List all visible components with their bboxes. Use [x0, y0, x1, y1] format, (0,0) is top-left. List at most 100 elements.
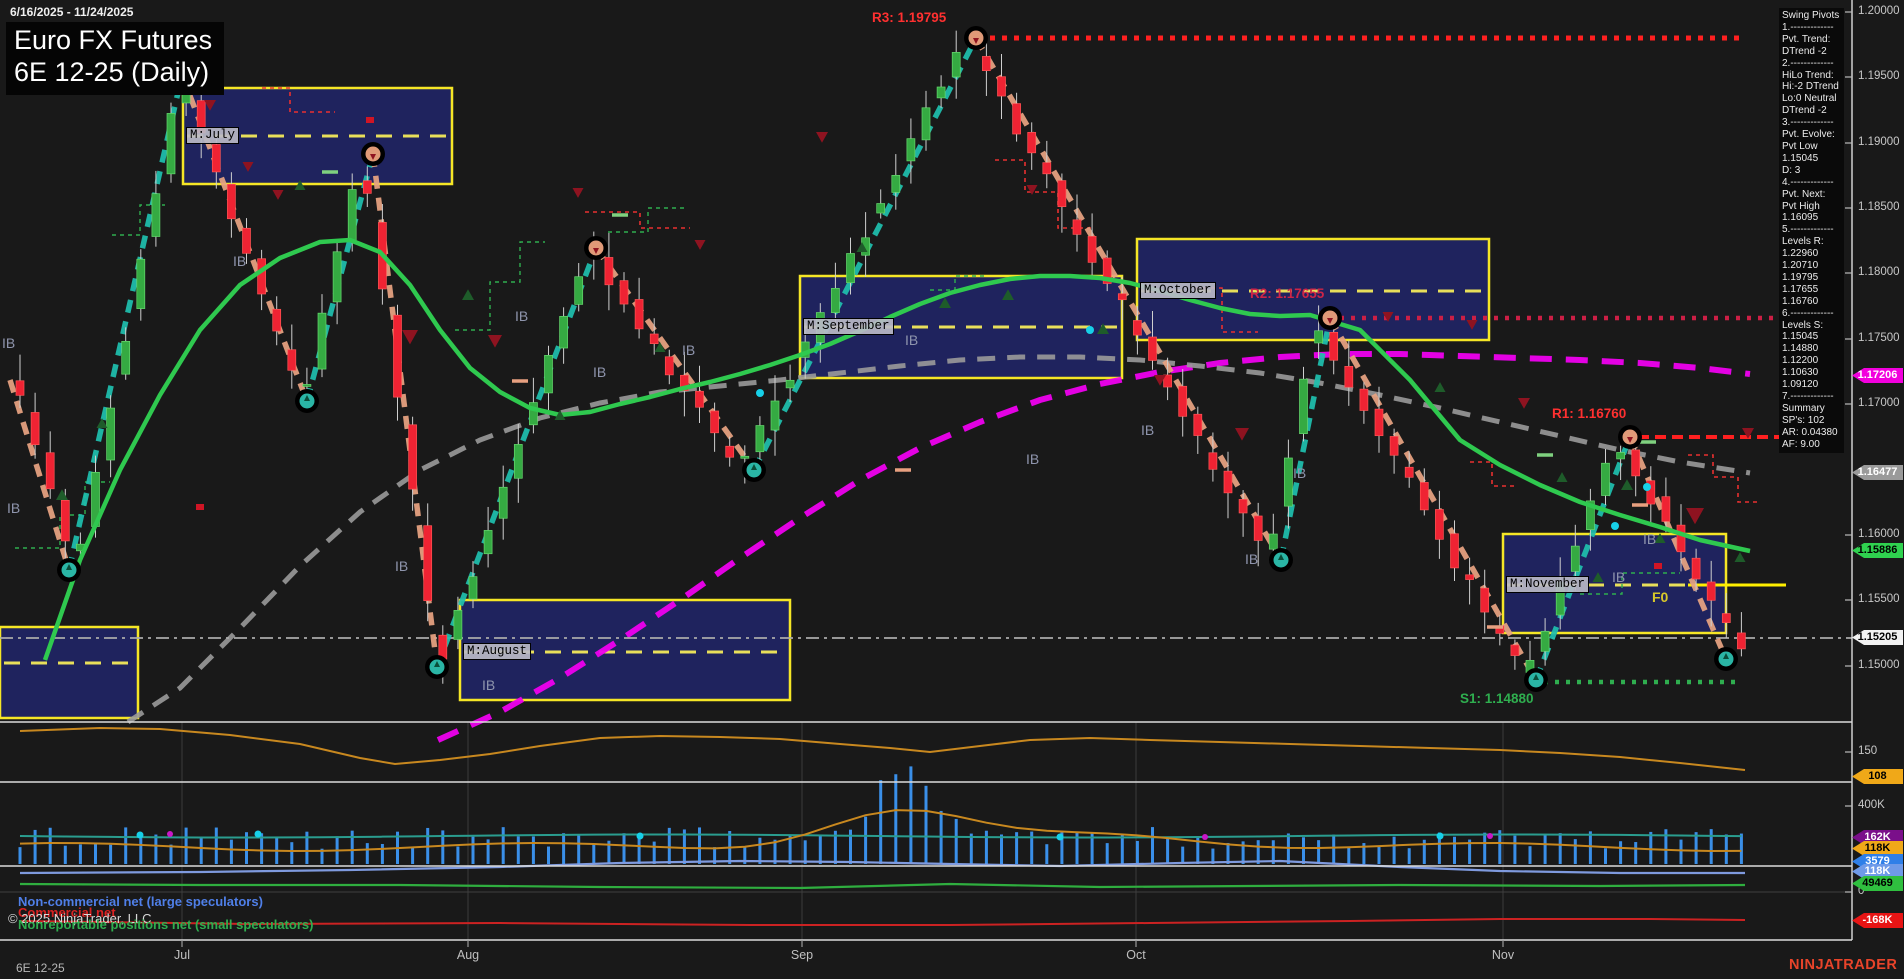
- candle-body: [649, 333, 659, 345]
- candle-body: [619, 280, 629, 305]
- candle-body: [1389, 436, 1399, 456]
- volume-bar: [622, 833, 626, 864]
- candle-body: [1570, 545, 1580, 572]
- candle-body: [725, 445, 735, 458]
- red-square-marker: [1654, 563, 1662, 569]
- candle-body: [1510, 644, 1520, 656]
- volume-bar: [562, 833, 566, 864]
- volume-bar: [803, 840, 807, 864]
- monthly-zone: [0, 625, 140, 720]
- volume-bar: [365, 843, 369, 864]
- candle-body: [393, 314, 402, 398]
- candle-body: [121, 340, 131, 375]
- candle-body: [785, 379, 795, 389]
- volume-bar: [1045, 844, 1049, 864]
- candle-body: [483, 530, 493, 555]
- ninjatrader-chart-window[interactable]: M:July M:August M:September M:October M:Nove…: [0, 0, 1904, 979]
- candle-body: [242, 227, 251, 254]
- volume-bar: [290, 842, 294, 864]
- candle-body: [1042, 162, 1052, 175]
- candle-body: [1208, 452, 1218, 470]
- down-arrow-marker: [572, 188, 584, 198]
- volume-bar: [1166, 838, 1170, 864]
- up-arrow-marker: [1734, 552, 1746, 562]
- candle-body: [1721, 613, 1731, 623]
- candle-body: [1087, 236, 1097, 263]
- candle-body: [1616, 452, 1625, 460]
- candle-body: [211, 144, 221, 173]
- volume-bar: [471, 836, 475, 864]
- instrument-tab[interactable]: 6E 12-25: [16, 961, 65, 975]
- candle-body: [1148, 336, 1157, 361]
- candle-body: [906, 138, 916, 162]
- cyan-dot-marker: [756, 389, 764, 397]
- candle-body: [1374, 408, 1384, 437]
- candle-body: [1238, 499, 1248, 514]
- volume-bar: [214, 827, 218, 864]
- volume-bar: [380, 843, 384, 864]
- volume-bar: [1151, 827, 1154, 864]
- red-square-marker: [196, 504, 204, 510]
- cyan-dot-marker: [1086, 326, 1094, 334]
- up-arrow-marker: [1556, 472, 1568, 482]
- volume-bar: [1709, 829, 1713, 864]
- candle-body: [710, 410, 719, 434]
- magenta-dot-marker: [167, 831, 173, 837]
- candle-body: [1314, 330, 1323, 344]
- swing-line: [66, 74, 185, 571]
- candle-body: [1344, 366, 1354, 388]
- down-arrow-marker: [1686, 508, 1704, 525]
- candle-body: [997, 76, 1006, 97]
- candle-body: [574, 276, 584, 305]
- candle-body: [1465, 574, 1474, 580]
- candle-body: [257, 258, 266, 295]
- volume-bar: [818, 835, 822, 864]
- swing-line: [1327, 316, 1539, 682]
- volume-bar: [909, 766, 913, 864]
- volume-bar: [48, 827, 52, 864]
- candle-body: [1691, 557, 1701, 580]
- candle-body: [362, 180, 372, 194]
- down-arrow-marker: [816, 132, 828, 143]
- volume-bar: [1000, 834, 1003, 864]
- volume-bar: [199, 837, 203, 864]
- candle-body: [1299, 378, 1308, 434]
- up-arrow-marker: [56, 489, 68, 500]
- candle-body: [1480, 587, 1490, 613]
- volume-bar: [531, 836, 535, 864]
- magenta-dot-marker: [1487, 833, 1493, 839]
- candle-body: [498, 486, 508, 519]
- candle-body: [604, 257, 614, 286]
- monthly-zone: [458, 598, 792, 702]
- volume-bar: [1332, 834, 1336, 864]
- volume-bar: [139, 838, 143, 864]
- candle-body: [1631, 449, 1641, 477]
- volume-bar: [1347, 846, 1351, 864]
- volume-bar: [1317, 840, 1321, 864]
- volume-bar: [154, 834, 158, 864]
- volume-bar: [1483, 832, 1487, 864]
- up-arrow-marker: [1621, 479, 1633, 490]
- candle-body: [559, 316, 568, 349]
- candle-body: [196, 100, 206, 134]
- legend-nonreportable: Nonreportable positions net (small specu…: [18, 917, 314, 932]
- volume-bar: [924, 785, 928, 864]
- candle-body: [1404, 466, 1414, 478]
- price-chart-canvas[interactable]: [0, 0, 1904, 979]
- candle-body: [1284, 457, 1293, 507]
- volume-bar: [516, 836, 520, 864]
- volume-bar: [1226, 842, 1230, 864]
- candle-body: [1027, 132, 1037, 154]
- up-arrow-marker: [462, 289, 474, 300]
- candle-body: [1223, 470, 1233, 494]
- candle-body: [921, 107, 931, 141]
- volume-bar: [18, 847, 22, 864]
- cyan-dot-marker: [636, 832, 644, 840]
- volume-bar: [1649, 831, 1653, 864]
- candle-body: [166, 113, 176, 175]
- candle-body: [272, 308, 282, 332]
- volume-bar: [1739, 833, 1743, 864]
- candle-body: [1057, 180, 1067, 207]
- volume-bar: [1694, 832, 1698, 864]
- candle-body: [1359, 388, 1369, 411]
